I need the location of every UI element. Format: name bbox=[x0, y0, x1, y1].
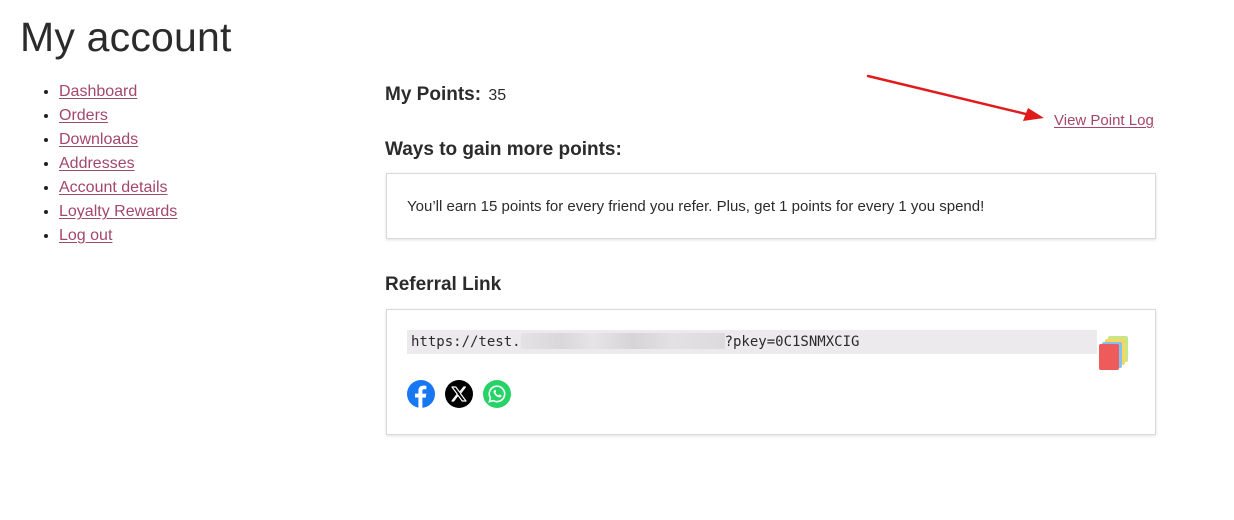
copy-icon[interactable] bbox=[1099, 336, 1129, 370]
facebook-icon[interactable] bbox=[407, 380, 435, 408]
nav-item-log-out: Log out bbox=[59, 224, 177, 248]
account-page: My account Dashboard Orders Downloads Ad… bbox=[0, 0, 1234, 520]
referral-url-prefix: https://test. bbox=[411, 334, 521, 350]
nav-link-dashboard[interactable]: Dashboard bbox=[59, 83, 137, 100]
referral-box: https://test. ?pkey=0C1SNMXCIG bbox=[386, 309, 1156, 435]
view-point-log-link[interactable]: View Point Log bbox=[1054, 112, 1154, 129]
social-share-buttons bbox=[407, 380, 511, 408]
page-title: My account bbox=[20, 14, 232, 60]
whatsapp-icon[interactable] bbox=[483, 380, 511, 408]
points-label: My Points: bbox=[385, 84, 482, 105]
nav-item-loyalty-rewards: Loyalty Rewards bbox=[59, 200, 177, 224]
annotation-arrow-icon bbox=[866, 74, 1044, 121]
x-glyph bbox=[451, 386, 467, 402]
nav-item-dashboard: Dashboard bbox=[59, 80, 177, 104]
nav-link-downloads[interactable]: Downloads bbox=[59, 131, 138, 148]
ways-description: You’ll earn 15 points for every friend y… bbox=[407, 198, 985, 215]
ways-box: You’ll earn 15 points for every friend y… bbox=[386, 173, 1156, 239]
ways-heading: Ways to gain more points: bbox=[385, 139, 622, 160]
points-value: 35 bbox=[488, 87, 507, 104]
nav-link-loyalty-rewards[interactable]: Loyalty Rewards bbox=[59, 203, 177, 220]
whatsapp-glyph bbox=[488, 385, 506, 403]
nav-link-log-out[interactable]: Log out bbox=[59, 227, 112, 244]
referral-link-field[interactable]: https://test. ?pkey=0C1SNMXCIG bbox=[407, 330, 1097, 354]
account-navigation: Dashboard Orders Downloads Addresses Acc… bbox=[38, 80, 177, 248]
nav-link-addresses[interactable]: Addresses bbox=[59, 155, 135, 172]
nav-link-orders[interactable]: Orders bbox=[59, 107, 108, 124]
referral-url-suffix: ?pkey=0C1SNMXCIG bbox=[724, 334, 860, 350]
nav-link-account-details[interactable]: Account details bbox=[59, 179, 168, 196]
nav-item-orders: Orders bbox=[59, 104, 177, 128]
redacted-url-part bbox=[520, 333, 725, 349]
nav-item-addresses: Addresses bbox=[59, 152, 177, 176]
x-icon[interactable] bbox=[445, 380, 473, 408]
referral-heading: Referral Link bbox=[385, 274, 502, 295]
nav-item-downloads: Downloads bbox=[59, 128, 177, 152]
nav-item-account-details: Account details bbox=[59, 176, 177, 200]
facebook-glyph bbox=[415, 385, 427, 408]
points-summary: My Points: 35 bbox=[385, 84, 506, 106]
